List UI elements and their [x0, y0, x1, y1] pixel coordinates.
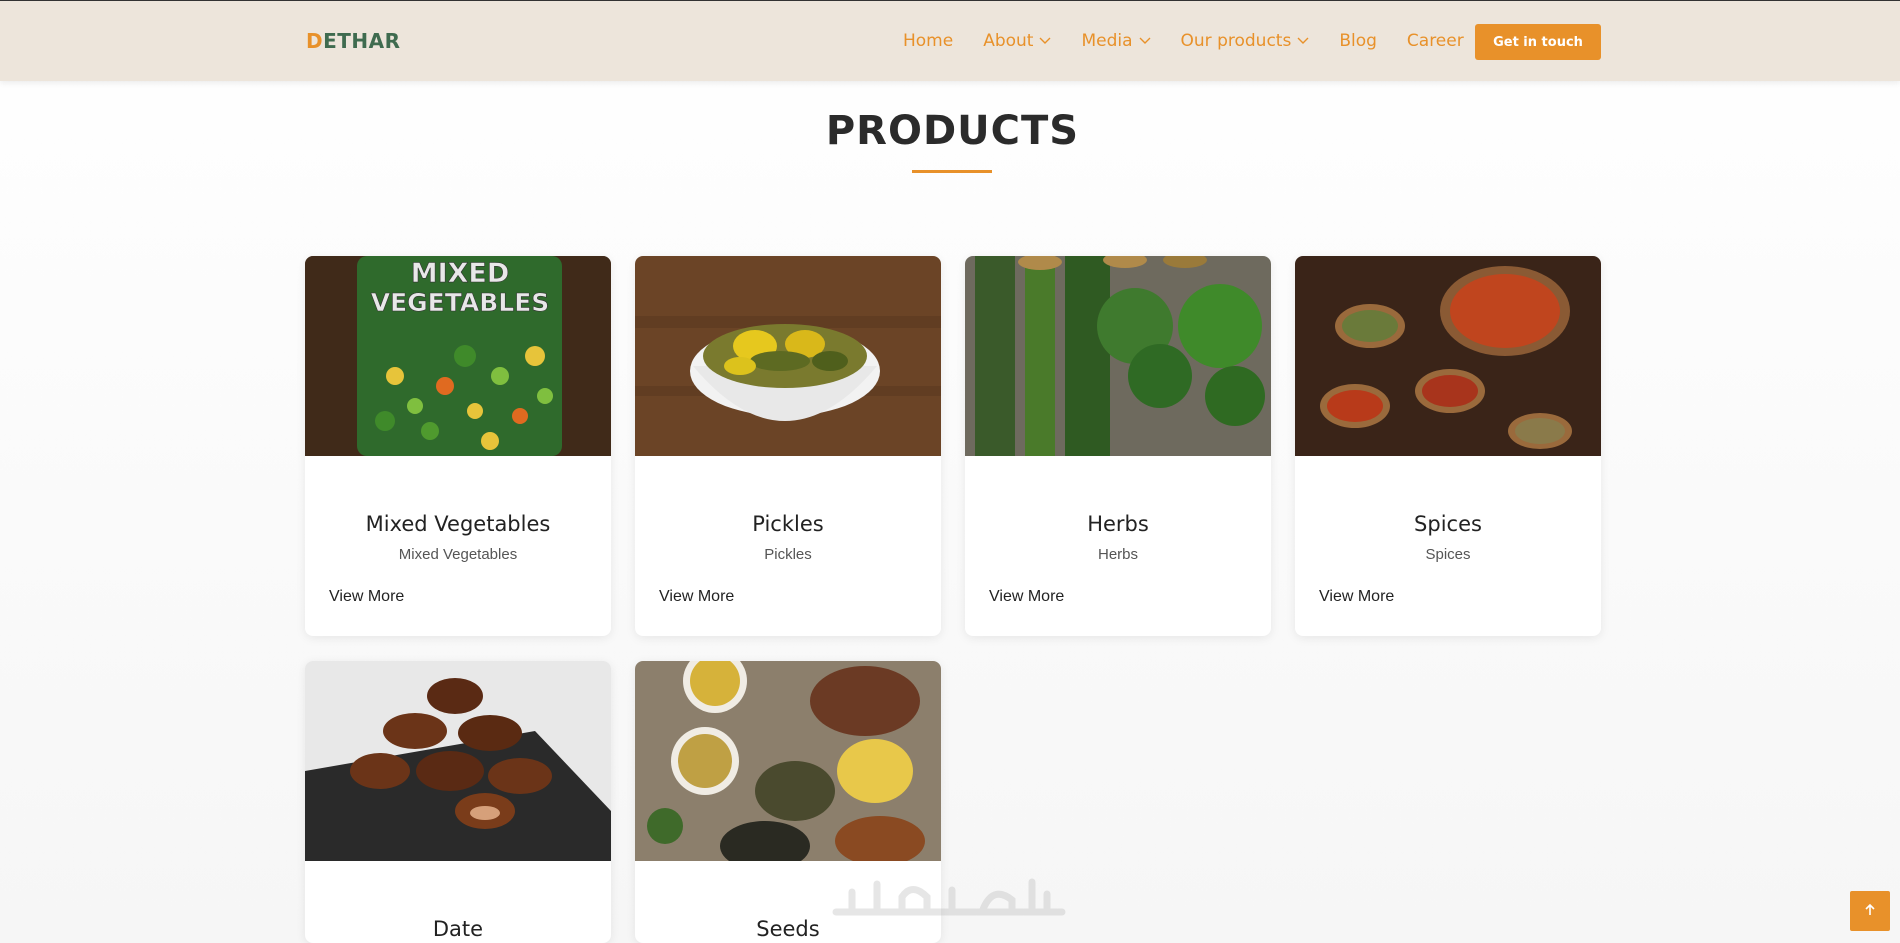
page-title: PRODUCTS: [825, 108, 1080, 154]
svg-text:VEGETABLES: VEGETABLES: [371, 288, 550, 317]
product-card-pickles[interactable]: Pickles Pickles View More: [635, 256, 941, 636]
arrow-up-icon: [1865, 903, 1875, 915]
nav-about[interactable]: About: [983, 31, 1051, 51]
product-image-mixed-vegetables: MIXED VEGETABLES: [305, 256, 611, 456]
main-nav: Home About Media Our products Blog Caree…: [903, 31, 1494, 51]
package-label: MIXED: [411, 258, 510, 289]
product-card-spices[interactable]: Spices Spices View More: [1295, 256, 1601, 636]
product-card-mixed-vegetables[interactable]: MIXED VEGETABLES Mixed Vegetables Mixed …: [305, 256, 611, 636]
title-underline: [912, 170, 992, 173]
product-subtitle: Spices: [1425, 546, 1471, 563]
product-subtitle: Mixed Vegetables: [398, 546, 518, 563]
watermark-logo: [832, 878, 1066, 916]
chevron-down-icon: [1039, 37, 1051, 44]
get-in-touch-button[interactable]: Get in touch: [1475, 24, 1601, 60]
product-card-date[interactable]: Date: [305, 661, 611, 943]
product-image-date: [305, 661, 611, 861]
nav-career[interactable]: Career: [1407, 31, 1464, 51]
product-name: Pickles: [752, 512, 824, 536]
product-name: Herbs: [1087, 512, 1149, 536]
chevron-down-icon: [1139, 37, 1151, 44]
product-subtitle: Pickles: [764, 546, 812, 563]
product-name: Date: [432, 917, 484, 941]
nav-blog[interactable]: Blog: [1339, 31, 1377, 51]
product-image-pickles: [635, 256, 941, 456]
view-more-link[interactable]: View More: [659, 588, 734, 606]
product-subtitle: Herbs: [1097, 546, 1138, 563]
nav-home[interactable]: Home: [903, 31, 953, 51]
view-more-link[interactable]: View More: [1319, 588, 1394, 606]
site-logo[interactable]: DETHAR: [306, 29, 401, 53]
product-card-herbs[interactable]: Herbs Herbs View More: [965, 256, 1271, 636]
product-image-herbs: [965, 256, 1271, 456]
view-more-link[interactable]: View More: [329, 588, 404, 606]
product-name: Spices: [1414, 512, 1482, 536]
chevron-down-icon: [1297, 37, 1309, 44]
site-header: DETHAR Home About Media Our products Blo…: [0, 1, 1900, 81]
product-image-seeds: [635, 661, 941, 861]
product-image-spices: [1295, 256, 1601, 456]
nav-media[interactable]: Media: [1081, 31, 1151, 51]
scroll-to-top-button[interactable]: [1850, 891, 1890, 931]
product-name: Mixed Vegetables: [365, 512, 551, 536]
view-more-link[interactable]: View More: [989, 588, 1064, 606]
nav-our-products[interactable]: Our products: [1181, 31, 1310, 51]
